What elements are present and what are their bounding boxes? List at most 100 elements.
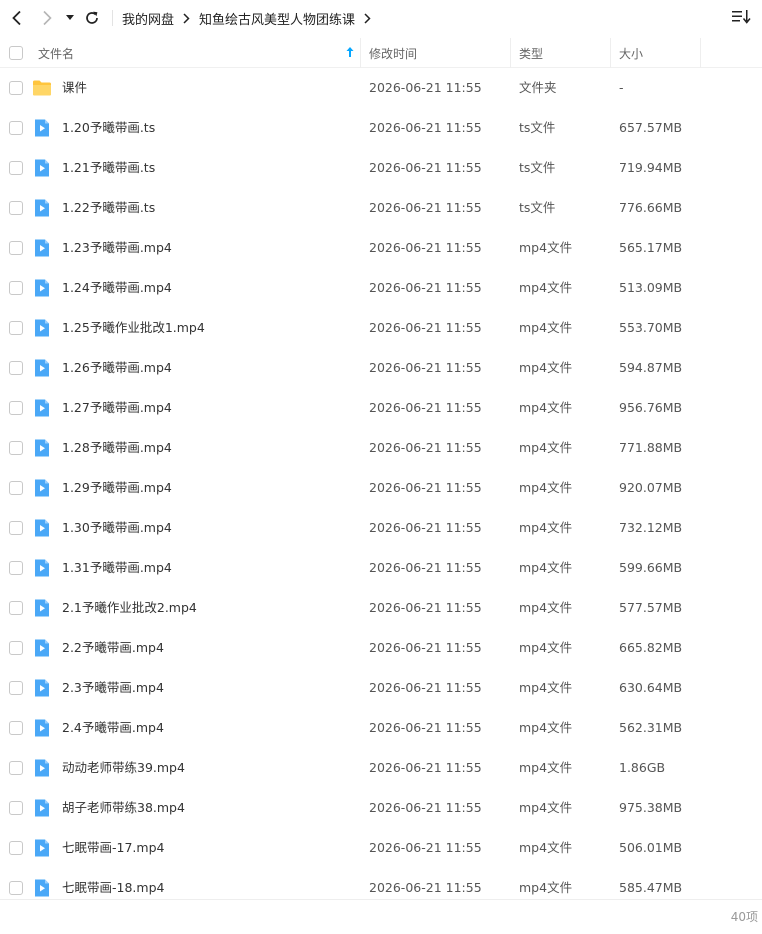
file-name[interactable]: 1.31予曦带画.mp4 [62,548,172,588]
select-all-checkbox[interactable] [9,46,23,60]
file-name[interactable]: 1.29予曦带画.mp4 [62,468,172,508]
file-name[interactable]: 2.1予曦作业批改2.mp4 [62,588,197,628]
file-name[interactable]: 1.28予曦带画.mp4 [62,428,172,468]
file-row[interactable]: 1.21予曦带画.ts 2026-06-21 11:55 ts文件 719.94… [0,148,762,188]
row-checkbox[interactable] [9,681,23,695]
file-size: 562.31MB [619,720,683,735]
row-checkbox[interactable] [9,81,23,95]
column-header-date[interactable]: 修改时间 [361,38,511,68]
column-size-label: 大小 [619,46,644,61]
history-dropdown-button[interactable] [63,6,77,30]
file-row[interactable]: 1.25予曦作业批改1.mp4 2026-06-21 11:55 mp4文件 5… [0,308,762,348]
video-file-icon [32,518,52,538]
row-checkbox[interactable] [9,641,23,655]
file-row[interactable]: 1.26予曦带画.mp4 2026-06-21 11:55 mp4文件 594.… [0,348,762,388]
file-row[interactable]: 1.22予曦带画.ts 2026-06-21 11:55 ts文件 776.66… [0,188,762,228]
file-name[interactable]: 2.4予曦带画.mp4 [62,708,164,748]
row-checkbox[interactable] [9,761,23,775]
refresh-button[interactable] [82,6,102,30]
file-name[interactable]: 1.20予曦带画.ts [62,108,155,148]
file-row[interactable]: 1.28予曦带画.mp4 2026-06-21 11:55 mp4文件 771.… [0,428,762,468]
file-name[interactable]: 1.23予曦带画.mp4 [62,228,172,268]
video-file-icon [32,198,52,218]
column-header-name[interactable]: 文件名 [30,38,361,68]
video-file-icon [32,598,52,618]
file-row[interactable]: 1.27予曦带画.mp4 2026-06-21 11:55 mp4文件 956.… [0,388,762,428]
file-type: mp4文件 [519,240,573,255]
file-modified-time: 2026-06-21 11:55 [369,520,482,535]
file-name[interactable]: 1.26予曦带画.mp4 [62,348,172,388]
video-file-icon [32,878,52,898]
item-count: 40项 [730,910,758,924]
forward-button[interactable] [36,6,58,30]
file-size: 565.17MB [619,240,683,255]
file-name[interactable]: 胡子老师带练38.mp4 [62,788,185,828]
row-checkbox[interactable] [9,401,23,415]
file-row[interactable]: 七眠带画-17.mp4 2026-06-21 11:55 mp4文件 506.0… [0,828,762,868]
file-row[interactable]: 2.1予曦作业批改2.mp4 2026-06-21 11:55 mp4文件 57… [0,588,762,628]
row-checkbox[interactable] [9,481,23,495]
row-checkbox[interactable] [9,201,23,215]
file-row[interactable]: 1.23予曦带画.mp4 2026-06-21 11:55 mp4文件 565.… [0,228,762,268]
row-checkbox[interactable] [9,361,23,375]
file-row[interactable]: 1.24予曦带画.mp4 2026-06-21 11:55 mp4文件 513.… [0,268,762,308]
file-name[interactable]: 1.27予曦带画.mp4 [62,388,172,428]
file-name[interactable]: 七眠带画-18.mp4 [62,868,164,898]
breadcrumb-item-current[interactable]: 知鱼绘古风美型人物团练课 [199,9,355,28]
row-checkbox[interactable] [9,241,23,255]
file-size: 776.66MB [619,200,683,215]
file-row[interactable]: 胡子老师带练38.mp4 2026-06-21 11:55 mp4文件 975.… [0,788,762,828]
video-file-icon [32,838,52,858]
row-checkbox[interactable] [9,881,23,895]
row-checkbox[interactable] [9,841,23,855]
column-header-size[interactable]: 大小 [611,38,701,68]
column-header-type[interactable]: 类型 [511,38,611,68]
row-checkbox[interactable] [9,121,23,135]
file-row[interactable]: 2.2予曦带画.mp4 2026-06-21 11:55 mp4文件 665.8… [0,628,762,668]
sort-menu-button[interactable] [730,8,754,28]
file-name[interactable]: 1.24予曦带画.mp4 [62,268,172,308]
file-name[interactable]: 1.21予曦带画.ts [62,148,155,188]
file-name[interactable]: 七眠带画-17.mp4 [62,828,164,868]
column-name-label: 文件名 [38,46,75,61]
row-checkbox[interactable] [9,601,23,615]
back-button[interactable] [6,6,28,30]
file-modified-time: 2026-06-21 11:55 [369,280,482,295]
row-checkbox[interactable] [9,281,23,295]
row-checkbox[interactable] [9,801,23,815]
file-type: ts文件 [519,200,556,215]
file-name[interactable]: 1.25予曦作业批改1.mp4 [62,308,205,348]
video-file-icon [32,118,52,138]
file-row[interactable]: 2.4予曦带画.mp4 2026-06-21 11:55 mp4文件 562.3… [0,708,762,748]
sort-list-icon [732,10,751,24]
file-row[interactable]: 七眠带画-18.mp4 2026-06-21 11:55 mp4文件 585.4… [0,868,762,898]
file-name[interactable]: 1.30予曦带画.mp4 [62,508,172,548]
file-type: mp4文件 [519,640,573,655]
file-modified-time: 2026-06-21 11:55 [369,680,482,695]
row-checkbox[interactable] [9,521,23,535]
file-name[interactable]: 课件 [62,68,87,108]
file-row[interactable]: 1.29予曦带画.mp4 2026-06-21 11:55 mp4文件 920.… [0,468,762,508]
row-checkbox[interactable] [9,321,23,335]
file-name[interactable]: 2.2予曦带画.mp4 [62,628,164,668]
file-name[interactable]: 动动老师带练39.mp4 [62,748,185,788]
file-modified-time: 2026-06-21 11:55 [369,440,482,455]
row-checkbox[interactable] [9,721,23,735]
file-name[interactable]: 1.22予曦带画.ts [62,188,155,228]
file-row[interactable]: 1.31予曦带画.mp4 2026-06-21 11:55 mp4文件 599.… [0,548,762,588]
file-row[interactable]: 课件 2026-06-21 11:55 文件夹 - [0,68,762,108]
file-modified-time: 2026-06-21 11:55 [369,600,482,615]
row-checkbox[interactable] [9,561,23,575]
file-row[interactable]: 1.30予曦带画.mp4 2026-06-21 11:55 mp4文件 732.… [0,508,762,548]
chevron-right-icon [364,12,371,24]
breadcrumb-item-root[interactable]: 我的网盘 [122,9,174,28]
file-row[interactable]: 动动老师带练39.mp4 2026-06-21 11:55 mp4文件 1.86… [0,748,762,788]
file-type: ts文件 [519,160,556,175]
file-name[interactable]: 2.3予曦带画.mp4 [62,668,164,708]
row-checkbox[interactable] [9,161,23,175]
file-row[interactable]: 1.20予曦带画.ts 2026-06-21 11:55 ts文件 657.57… [0,108,762,148]
file-size: 956.76MB [619,400,683,415]
row-checkbox[interactable] [9,441,23,455]
chevron-left-icon [12,10,21,26]
file-row[interactable]: 2.3予曦带画.mp4 2026-06-21 11:55 mp4文件 630.6… [0,668,762,708]
